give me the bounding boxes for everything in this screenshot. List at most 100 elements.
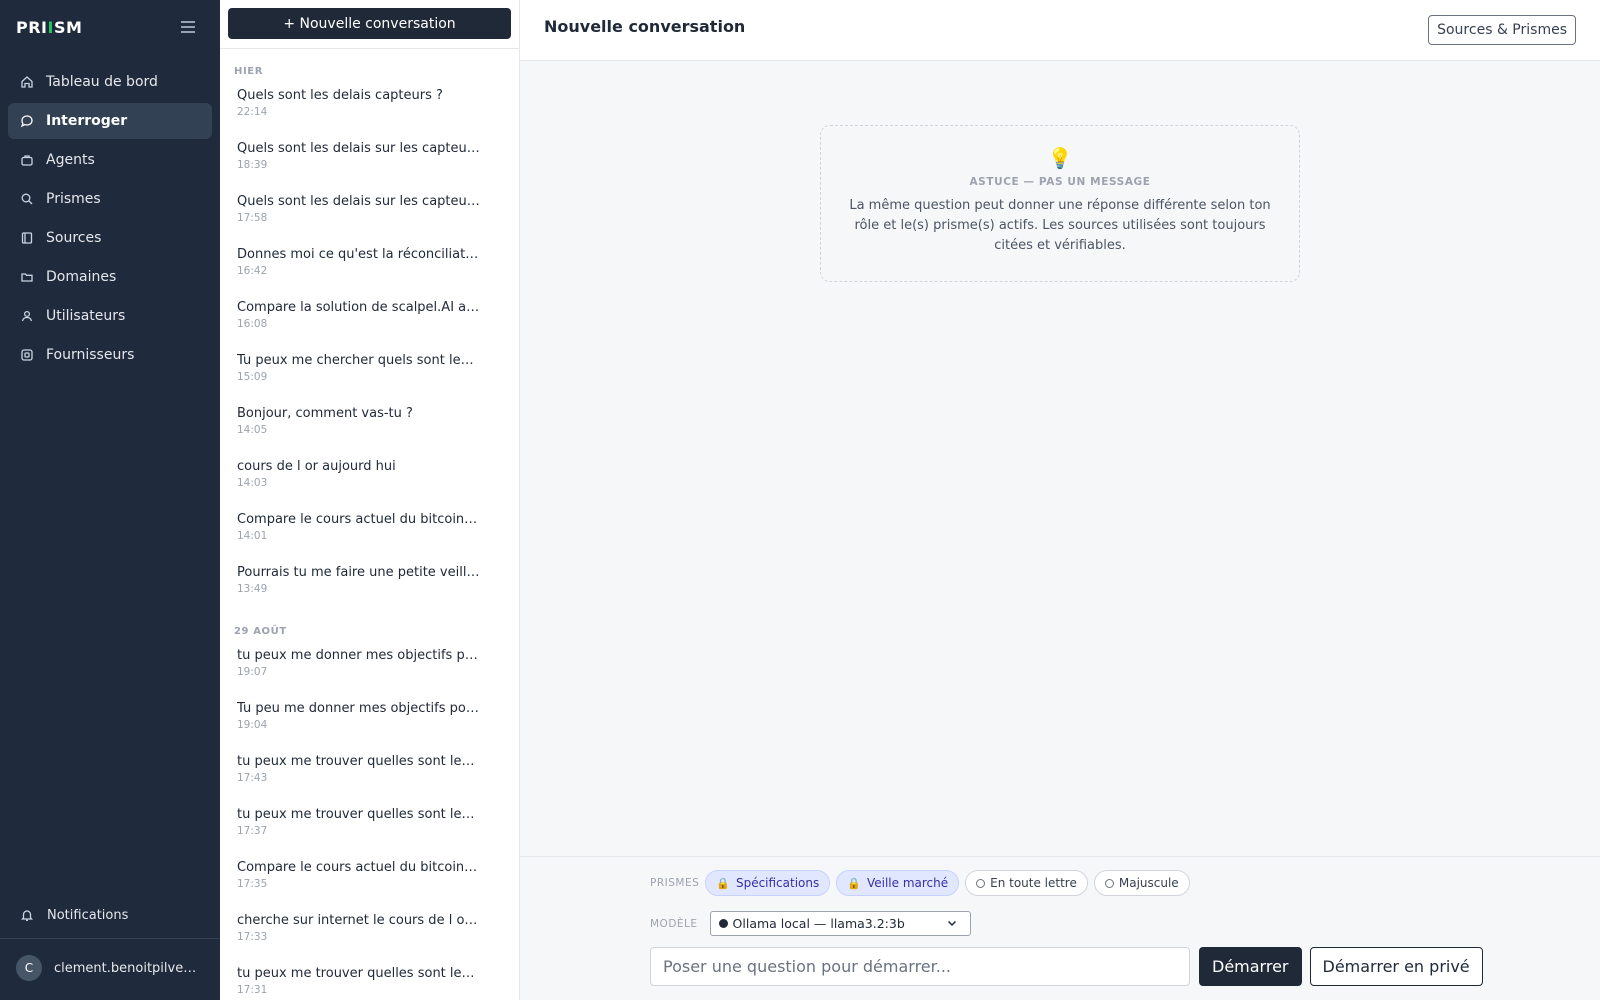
conversation-time: 18:39 xyxy=(237,159,268,171)
conversation-item[interactable]: tu peux me trouver quelles sont les ... 1… xyxy=(220,799,519,852)
model-value: Ollama local — llama3.2:3b xyxy=(732,916,905,931)
new-conversation-button[interactable]: + Nouvelle conversation xyxy=(228,8,511,39)
conversation-title: Quels sont les delais capteurs ? xyxy=(237,88,443,103)
radio-circle-icon xyxy=(976,878,986,888)
user-menu[interactable]: C clement.benoitpilven@... xyxy=(16,955,204,981)
folder-icon xyxy=(21,273,33,282)
conversation-item[interactable]: Donnes moi ce qu'est la réconciliatio...… xyxy=(220,239,519,292)
conversation-group-label: 29 AOÛT xyxy=(234,626,287,637)
nav-item-interroger[interactable]: Interroger xyxy=(8,103,212,139)
conversation-item[interactable]: tu peux me trouver quelles sont les ... 1… xyxy=(220,746,519,799)
conversation-item[interactable]: tu peux me donner mes objectifs po... 19:… xyxy=(220,640,519,693)
status-dot-icon xyxy=(718,919,728,928)
nav-item-label: Domaines xyxy=(46,269,117,285)
conversation-item[interactable]: Tu peu me donner mes objectifs pou... 19:… xyxy=(220,693,519,746)
search-icon xyxy=(21,193,33,205)
nav-item-label: Prismes xyxy=(46,191,101,207)
lightbulb-icon: 💡 xyxy=(1047,146,1073,170)
nav-item-label: Sources xyxy=(46,230,102,246)
model-label: MODÈLE xyxy=(650,917,698,930)
conversation-item[interactable]: Pourrais tu me faire une petite veille..… xyxy=(220,557,519,610)
lock-icon: 🔒 xyxy=(716,876,730,890)
nav-item-agents[interactable]: Agents xyxy=(8,142,212,178)
conversation-title: Compare le cours actuel du bitcoin e... xyxy=(237,860,480,875)
conversation-time: 17:58 xyxy=(237,212,268,224)
briefcase-icon xyxy=(21,155,33,166)
prism-selector: PRISMES 🔒 Spécifications 🔒 Veille marché… xyxy=(650,870,1196,896)
conversation-title: Quels sont les delais sur les capteurs..… xyxy=(237,194,480,209)
nav-item-domaines[interactable]: Domaines xyxy=(8,259,212,295)
nav-item-sources[interactable]: Sources xyxy=(8,220,212,256)
composer: PRISMES 🔒 Spécifications 🔒 Veille marché… xyxy=(520,856,1600,1000)
conversation-title: tu peux me trouver quelles sont les ... xyxy=(237,966,480,981)
conversation-item[interactable]: Quels sont les delais sur les capteurs..… xyxy=(220,186,519,239)
conversation-item[interactable]: tu peux me trouver quelles sont les ... 1… xyxy=(220,958,519,1000)
prism-chip-majuscule[interactable]: Majuscule xyxy=(1093,870,1190,896)
conversation-item[interactable]: Bonjour, comment vas-tu ? 14:05 xyxy=(220,398,519,451)
prism-chip-label: Veille marché xyxy=(866,876,949,890)
question-input[interactable] xyxy=(650,947,1190,986)
user-email: clement.benoitpilven@... xyxy=(54,960,204,976)
nav-item-label: Fournisseurs xyxy=(46,347,135,363)
model-select[interactable]: Ollama local — llama3.2:3b xyxy=(709,911,971,936)
chat-bubble-icon xyxy=(20,115,33,128)
prism-chip-veille-marche[interactable]: 🔒 Veille marché xyxy=(836,870,960,896)
page-title: Nouvelle conversation xyxy=(544,17,746,36)
sidebar-divider xyxy=(0,938,220,939)
conversation-title: Tu peux me chercher quels sont les ... xyxy=(237,353,480,368)
sidebar: PRIISM Tableau de bord Interroger Agents… xyxy=(0,0,220,1000)
avatar: C xyxy=(16,955,42,981)
chevron-down-icon xyxy=(947,920,956,927)
conversation-title: Donnes moi ce qu'est la réconciliatio... xyxy=(237,247,480,262)
conversation-time: 16:08 xyxy=(237,318,268,330)
conversation-item[interactable]: Compare la solution de scalpel.AI av... 1… xyxy=(220,292,519,345)
user-icon xyxy=(21,310,33,322)
prism-chip-label: En toute lettre xyxy=(990,876,1077,890)
prism-chip-en-toute-lettre[interactable]: En toute lettre xyxy=(965,870,1088,896)
conversation-item[interactable]: Compare le cours actuel du bitcoin e... 1… xyxy=(220,852,519,905)
home-icon xyxy=(21,76,33,88)
book-icon xyxy=(21,232,33,244)
lock-icon: 🔒 xyxy=(847,876,861,890)
nav-item-fournisseurs[interactable]: Fournisseurs xyxy=(8,337,212,373)
conversation-title: Pourrais tu me faire une petite veille..… xyxy=(237,565,480,580)
nav-item-utilisateurs[interactable]: Utilisateurs xyxy=(8,298,212,334)
conversation-time: 17:43 xyxy=(237,772,268,784)
nav-item-label: Utilisateurs xyxy=(46,308,126,324)
conversation-item[interactable]: cherche sur internet le cours de l or ..… xyxy=(220,905,519,958)
nav-item-prismes[interactable]: Prismes xyxy=(8,181,212,217)
conversation-item[interactable]: cours de l or aujourd hui 14:03 xyxy=(220,451,519,504)
nav-item-dashboard[interactable]: Tableau de bord xyxy=(8,64,212,100)
prism-chip-specifications[interactable]: 🔒 Spécifications xyxy=(705,870,831,896)
conversation-title: tu peux me trouver quelles sont les ... xyxy=(237,807,480,822)
conversation-item[interactable]: Quels sont les delais capteurs ? 22:14 xyxy=(220,80,519,133)
prism-chip-label: Spécifications xyxy=(735,876,820,890)
conversation-time: 13:49 xyxy=(237,583,268,595)
conversation-title: cours de l or aujourd hui xyxy=(237,459,396,474)
conversation-time: 14:05 xyxy=(237,424,268,436)
model-selector-row: MODÈLE Ollama local — llama3.2:3b xyxy=(650,911,971,936)
conversation-time: 14:01 xyxy=(237,530,268,542)
conversation-title: tu peux me trouver quelles sont les ... xyxy=(237,754,480,769)
nav-item-label: Agents xyxy=(46,152,95,168)
start-button[interactable]: Démarrer xyxy=(1199,947,1302,986)
conversation-groups: HIER Quels sont les delais capteurs ? 22:1… xyxy=(220,66,519,1000)
conversation-time: 22:14 xyxy=(237,106,268,118)
start-private-button[interactable]: Démarrer en privé xyxy=(1309,947,1483,986)
conversation-time: 17:35 xyxy=(237,878,268,890)
provider-icon xyxy=(21,349,33,361)
conversation-time: 19:04 xyxy=(237,719,268,731)
brand-logo[interactable]: PRIISM xyxy=(16,18,82,37)
conversation-item[interactable]: Tu peux me chercher quels sont les ... 15… xyxy=(220,345,519,398)
conversation-item[interactable]: Compare le cours actuel du bitcoin e... 1… xyxy=(220,504,519,557)
conversation-time: 19:07 xyxy=(237,666,268,678)
sources-prismes-button[interactable]: Sources & Prismes xyxy=(1428,15,1576,45)
notifications-link[interactable]: Notifications xyxy=(8,897,212,933)
menu-toggle-icon[interactable] xyxy=(181,21,195,33)
conversation-item[interactable]: Quels sont les delais sur les capteurs..… xyxy=(220,133,519,186)
tip-card: 💡 ASTUCE — PAS UN MESSAGE La même questi… xyxy=(820,125,1300,282)
nav-item-label: Interroger xyxy=(46,113,128,129)
tip-text: La même question peut donner une réponse… xyxy=(849,198,1271,253)
conversation-time: 15:09 xyxy=(237,371,268,383)
